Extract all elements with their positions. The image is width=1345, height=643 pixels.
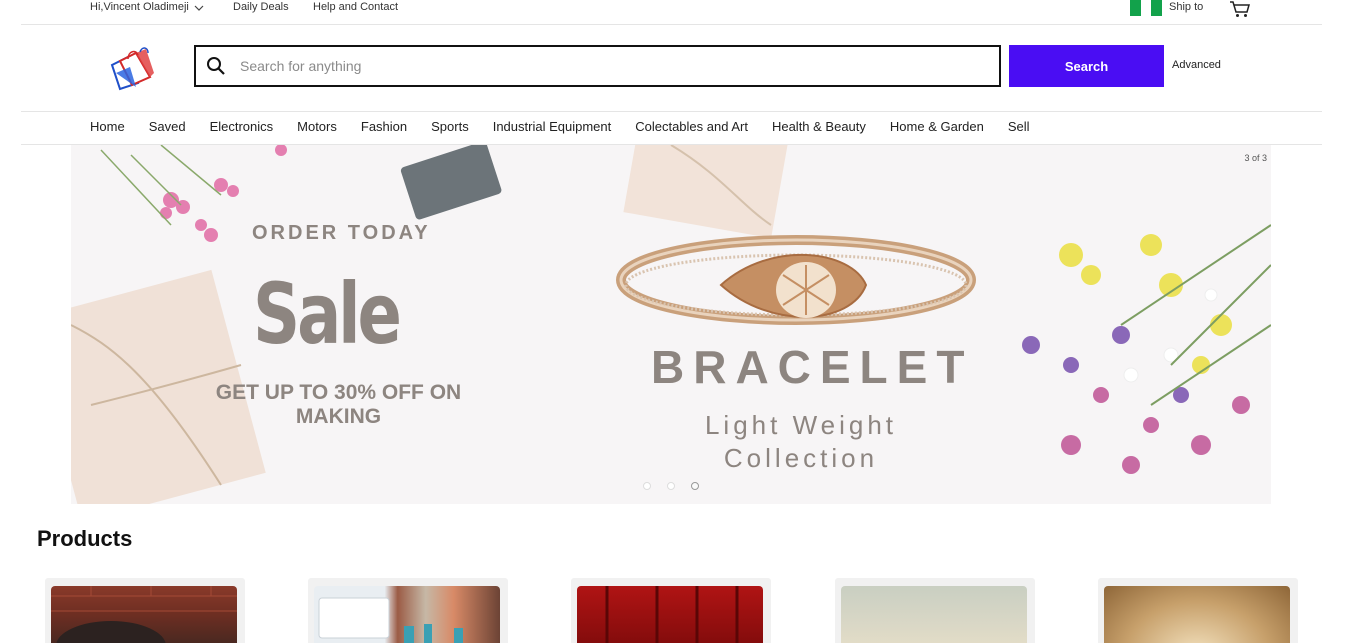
- search-bar: [194, 45, 1001, 87]
- collection-line-1: Light Weight: [704, 410, 898, 440]
- products-heading: Products: [37, 526, 133, 551]
- nav-item-home[interactable]: Home: [90, 119, 125, 134]
- search-button[interactable]: Search: [1009, 45, 1164, 87]
- nav-item-motors[interactable]: Motors: [297, 119, 337, 134]
- product-image: [577, 586, 763, 643]
- greeting-text: Hi,Vincent Oladimeji: [90, 1, 189, 13]
- search-icon: [207, 57, 225, 75]
- help-contact-link[interactable]: Help and Contact: [313, 1, 398, 14]
- slide-counter: 3 of 3: [1244, 153, 1267, 163]
- nav-item-collectables-art[interactable]: Colectables and Art: [635, 119, 748, 134]
- nav-item-health-beauty[interactable]: Health & Beauty: [772, 119, 866, 134]
- product-title: BRACELET: [651, 341, 974, 393]
- nav-item-electronics[interactable]: Electronics: [210, 119, 274, 134]
- carousel-dot-3[interactable]: [691, 482, 699, 490]
- nav-item-sell[interactable]: Sell: [1008, 119, 1030, 134]
- account-menu[interactable]: Hi,Vincent Oladimeji: [90, 1, 205, 14]
- sale-text: Sale: [253, 265, 402, 363]
- product-card[interactable]: [308, 578, 508, 643]
- nav-item-saved[interactable]: Saved: [149, 119, 186, 134]
- product-card[interactable]: [1098, 578, 1298, 643]
- advanced-search-link[interactable]: Advanced: [1172, 59, 1221, 71]
- nav-item-industrial-equipment[interactable]: Industrial Equipment: [493, 119, 612, 134]
- divider: [21, 111, 1322, 112]
- product-image: [841, 586, 1027, 643]
- cart-icon[interactable]: [1228, 0, 1252, 18]
- order-today-text: ORDER TODAY: [252, 222, 431, 244]
- offer-text: GET UP TO 30% OFF ON MAKING: [215, 381, 462, 428]
- promo-carousel[interactable]: 3 of 3 ORDER TODAY Sale GET UP TO 30% OF…: [71, 145, 1271, 504]
- ship-to-label[interactable]: Ship to: [1169, 1, 1203, 14]
- nav-item-sports[interactable]: Sports: [431, 119, 469, 134]
- product-image: [51, 586, 237, 643]
- top-bar: Hi,Vincent Oladimeji Daily Deals Help an…: [0, 0, 1345, 25]
- product-image: [1104, 586, 1290, 643]
- product-card[interactable]: [571, 578, 771, 643]
- daily-deals-link[interactable]: Daily Deals: [233, 1, 289, 14]
- carousel-dot-2[interactable]: [667, 482, 675, 490]
- product-image: [314, 586, 500, 643]
- collection-text: Light Weight Collection: [671, 409, 931, 475]
- collection-line-2: Collection: [723, 443, 879, 473]
- chevron-down-icon: [194, 5, 204, 11]
- product-card[interactable]: [835, 578, 1035, 643]
- nigeria-flag-icon[interactable]: [1130, 0, 1163, 16]
- nav-item-home-garden[interactable]: Home & Garden: [890, 119, 984, 134]
- logo-icon[interactable]: [106, 43, 158, 93]
- product-card[interactable]: [45, 578, 245, 643]
- category-nav: Home Saved Electronics Motors Fashion Sp…: [90, 119, 1054, 134]
- divider: [21, 24, 1322, 25]
- carousel-dots: [643, 482, 699, 490]
- carousel-dot-1[interactable]: [643, 482, 651, 490]
- search-input[interactable]: [240, 58, 940, 74]
- nav-item-fashion[interactable]: Fashion: [361, 119, 407, 134]
